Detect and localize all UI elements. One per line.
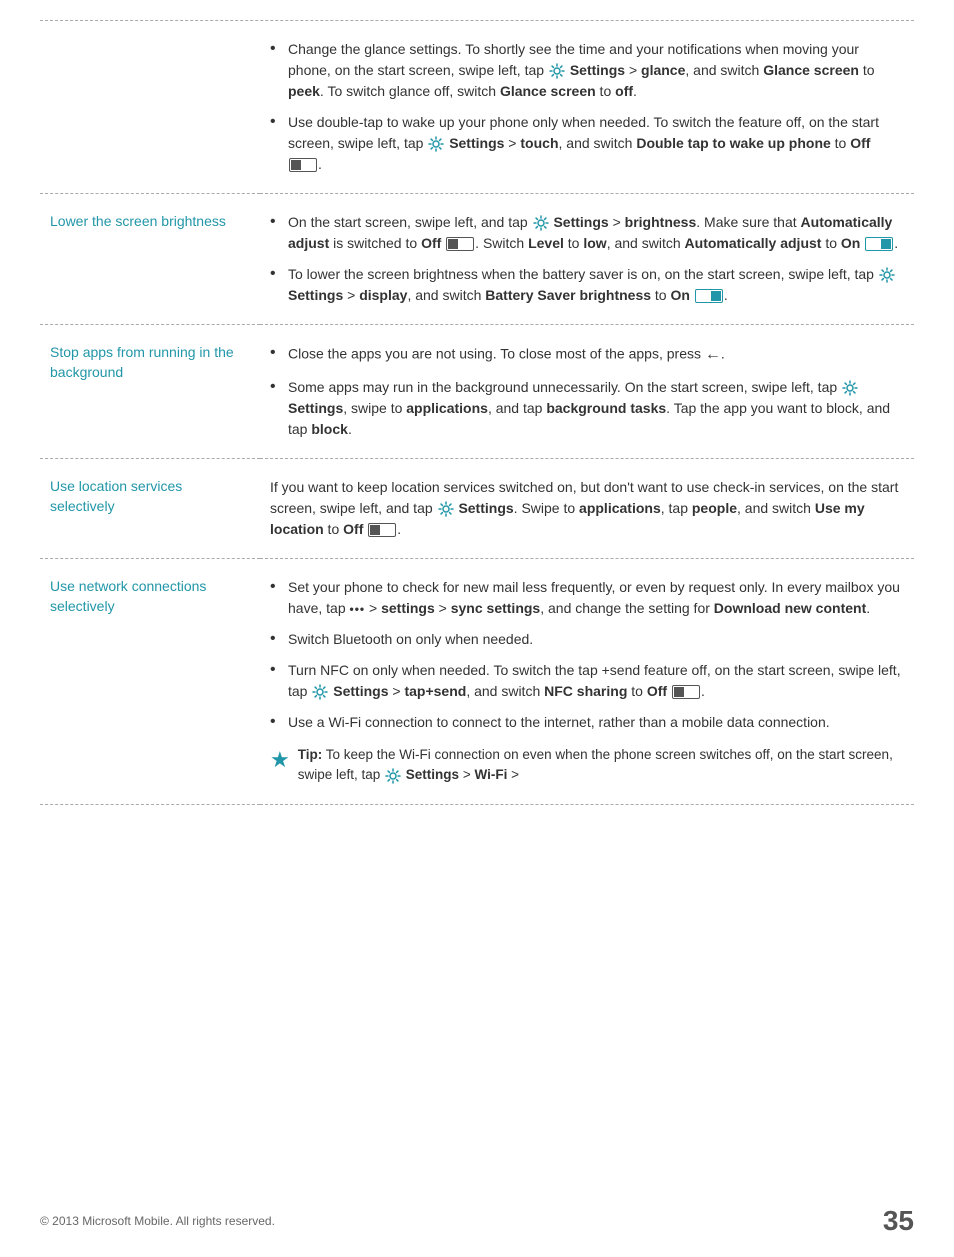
wifi-label: Wi-Fi: [474, 767, 507, 782]
settings-icon7: [312, 684, 328, 700]
settings-icon: [549, 63, 565, 79]
on-label2: On: [670, 287, 689, 303]
section-label-network: Use network connections selectively: [40, 559, 260, 805]
section-label-background: Stop apps from running in the background: [40, 325, 260, 459]
level-label: Level: [528, 235, 564, 251]
section-content-glance: Change the glance settings. To shortly s…: [260, 21, 914, 194]
location-text: If you want to keep location services sw…: [270, 477, 904, 540]
toggle-off-icon3: [368, 523, 396, 537]
glance-label: glance: [641, 62, 685, 78]
settings-label: Settings: [570, 62, 625, 78]
peek-label: peek: [288, 83, 320, 99]
section-label-glance: [40, 21, 260, 194]
off-label5: Off: [647, 683, 667, 699]
block-label: block: [311, 421, 348, 437]
table-row: Change the glance settings. To shortly s…: [40, 21, 914, 194]
section-content-background: Close the apps you are not using. To clo…: [260, 325, 914, 459]
settings-icon: [533, 215, 549, 231]
settings-icon8: [385, 768, 401, 784]
off-label4: Off: [343, 521, 363, 537]
settings-label8: Settings: [406, 767, 459, 782]
table-row: Lower the screen brightness On the start…: [40, 194, 914, 325]
off-label: off: [615, 83, 633, 99]
toggle-on-icon2: [695, 289, 723, 303]
page-number: 35: [883, 1205, 914, 1237]
settings-label5: Settings: [288, 400, 343, 416]
content-table: Change the glance settings. To shortly s…: [40, 21, 914, 805]
toggle-off-icon4: [672, 685, 700, 699]
page-container: Change the glance settings. To shortly s…: [0, 0, 954, 865]
off-label3: Off: [421, 235, 441, 251]
settings-label2: Settings: [449, 135, 504, 151]
list-item: Close the apps you are not using. To clo…: [270, 343, 904, 367]
table-row: Use location services selectively If you…: [40, 459, 914, 559]
background-tasks-label: background tasks: [546, 400, 666, 416]
settings-icon6: [438, 501, 454, 517]
section-label-location: Use location services selectively: [40, 459, 260, 559]
settings-icon5: [842, 380, 858, 396]
applications-label2: applications: [579, 500, 661, 516]
settings-label6: Settings: [458, 500, 513, 516]
glance-screen-label2: Glance screen: [500, 83, 596, 99]
star-icon: ★: [270, 743, 290, 776]
back-arrow-icon: ←: [705, 343, 721, 367]
download-content-label: Download new content: [714, 600, 866, 616]
brightness-label: brightness: [625, 214, 697, 230]
dots-icon: •••: [350, 600, 366, 618]
table-row: Stop apps from running in the background…: [40, 325, 914, 459]
section-label-brightness: Lower the screen brightness: [40, 194, 260, 325]
touch-label: touch: [520, 135, 558, 151]
sync-settings-label: sync settings: [451, 600, 540, 616]
footer: © 2013 Microsoft Mobile. All rights rese…: [40, 1205, 914, 1237]
glance-screen-label: Glance screen: [763, 62, 859, 78]
tip-label: Tip:: [298, 747, 323, 762]
display-label: display: [359, 287, 407, 303]
section-content-network: Set your phone to check for new mail les…: [260, 559, 914, 805]
auto-adjust-label2: Automatically adjust: [685, 235, 822, 251]
list-item: On the start screen, swipe left, and tap…: [270, 212, 904, 254]
settings-label3: Settings: [553, 214, 608, 230]
list-item: Turn NFC on only when needed. To switch …: [270, 660, 904, 702]
double-tap-label: Double tap to wake up phone: [636, 135, 830, 151]
tap-send-label: tap+send: [404, 683, 466, 699]
settings-label4: Settings: [288, 287, 343, 303]
settings-nav-label: settings: [381, 600, 435, 616]
section-content-brightness: On the start screen, swipe left, and tap…: [260, 194, 914, 325]
battery-saver-label: Battery Saver brightness: [485, 287, 651, 303]
tip-text: Tip: To keep the Wi-Fi connection on eve…: [298, 745, 904, 786]
list-item: Use a Wi-Fi connection to connect to the…: [270, 712, 904, 733]
list-item: Use double-tap to wake up your phone onl…: [270, 112, 904, 175]
copyright-text: © 2013 Microsoft Mobile. All rights rese…: [40, 1214, 275, 1228]
list-item: Set your phone to check for new mail les…: [270, 577, 904, 619]
settings-icon4: [879, 267, 895, 283]
toggle-on-icon: [865, 237, 893, 251]
list-item: Change the glance settings. To shortly s…: [270, 39, 904, 102]
off-label2: Off: [850, 135, 870, 151]
toggle-off-icon: [289, 158, 317, 172]
table-row: Use network connections selectively Set …: [40, 559, 914, 805]
list-item: Some apps may run in the background unne…: [270, 377, 904, 440]
on-label: On: [841, 235, 860, 251]
applications-label: applications: [406, 400, 488, 416]
people-label: people: [692, 500, 737, 516]
settings-icon: [428, 136, 444, 152]
nfc-sharing-label: NFC sharing: [544, 683, 627, 699]
low-label: low: [583, 235, 606, 251]
list-item: To lower the screen brightness when the …: [270, 264, 904, 306]
tip-box: ★ Tip: To keep the Wi-Fi connection on e…: [270, 745, 904, 786]
section-content-location: If you want to keep location services sw…: [260, 459, 914, 559]
settings-label7: Settings: [333, 683, 388, 699]
toggle-off-icon2: [446, 237, 474, 251]
list-item: Switch Bluetooth on only when needed.: [270, 629, 904, 650]
